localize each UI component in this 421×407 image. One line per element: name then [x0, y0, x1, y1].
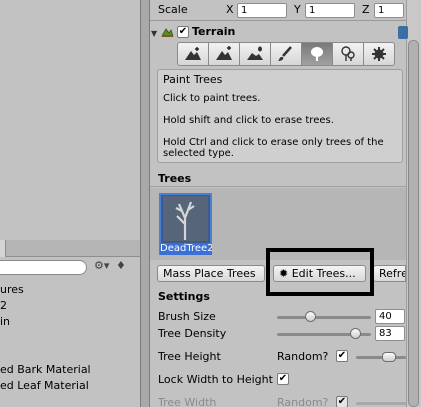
component-title: Terrain: [192, 25, 236, 38]
help-line: Hold Ctrl and click to erase only trees …: [163, 137, 384, 148]
scale-x-field[interactable]: 1: [237, 3, 287, 18]
raise-terrain-icon: [185, 47, 201, 60]
help-line: Hold shift and click to erase trees.: [163, 115, 334, 126]
brush-size-slider[interactable]: [277, 316, 371, 319]
refresh-button[interactable]: Refresh: [373, 265, 406, 282]
lock-width-label: Lock Width to Height: [158, 373, 273, 386]
paint-texture-button[interactable]: [270, 42, 302, 66]
raise-lower-terrain-button[interactable]: [177, 42, 209, 66]
terrain-toolbar: [177, 42, 402, 66]
project-tabstrip: [0, 240, 140, 257]
gear-icon: [372, 47, 386, 61]
tree-height-range-slider[interactable]: [356, 356, 406, 359]
help-line: selected type.: [163, 148, 234, 159]
brush-size-field[interactable]: 40: [375, 309, 405, 324]
smooth-height-button[interactable]: [239, 42, 271, 66]
scrollbar-thumb[interactable]: [408, 40, 419, 407]
project-item[interactable]: ed Leaf Material: [0, 379, 89, 392]
project-item[interactable]: ures: [0, 283, 24, 296]
terrain-component-icon: [161, 28, 174, 37]
scale-y-label: Y: [294, 3, 301, 16]
tree-height-range-handle[interactable]: [382, 352, 396, 362]
tree-density-label: Tree Density: [158, 327, 227, 340]
project-item[interactable]: ed Bark Material: [0, 363, 91, 376]
smooth-height-icon: [247, 46, 263, 60]
brush-size-slider-knob[interactable]: [305, 311, 317, 322]
terrain-settings-button[interactable]: [363, 42, 395, 66]
project-item[interactable]: 2: [0, 299, 7, 312]
trees-divider: [150, 186, 406, 187]
project-search-input[interactable]: [0, 260, 87, 275]
scale-label: Scale: [158, 3, 188, 16]
filter-by-type-icon[interactable]: ⚙▾: [94, 259, 109, 272]
paintbrush-icon: [278, 46, 292, 61]
scale-z-label: Z: [362, 3, 370, 16]
flower-icon: [341, 46, 355, 61]
tree-icon: [311, 47, 323, 61]
filter-by-label-icon[interactable]: ♦: [116, 259, 126, 272]
dead-tree-thumbnail: [163, 196, 208, 241]
brush-size-label: Brush Size: [158, 310, 216, 323]
tree-height-label: Tree Height: [158, 350, 221, 363]
tree-density-field[interactable]: 83: [375, 326, 405, 341]
project-tab[interactable]: [0, 240, 6, 257]
paint-height-icon: [216, 46, 232, 60]
settings-section-title: Settings: [158, 290, 210, 303]
help-title: Paint Trees: [163, 73, 223, 86]
tree-width-label: Tree Width: [158, 396, 217, 407]
scale-z-field[interactable]: 1: [374, 3, 404, 18]
help-line: Click to paint trees.: [163, 93, 261, 104]
help-icon[interactable]: [398, 26, 408, 39]
tree-width-range-slider[interactable]: [356, 402, 406, 405]
tree-density-slider-knob[interactable]: [349, 328, 361, 339]
paint-details-button[interactable]: [332, 42, 364, 66]
tree-prototype-label: DeadTree2: [160, 243, 212, 255]
component-divider: [150, 20, 406, 21]
panel-splitter[interactable]: [140, 0, 150, 407]
tree-width-random-label: Random?: [277, 396, 329, 407]
paint-height-button[interactable]: [208, 42, 240, 66]
place-trees-button[interactable]: [301, 42, 333, 66]
scale-y-field[interactable]: 1: [305, 3, 355, 18]
foldout-arrow-icon[interactable]: ▼: [151, 29, 157, 38]
lock-width-checkbox[interactable]: ✔: [277, 373, 289, 385]
annotation-highlight-box: [266, 248, 374, 296]
tree-height-random-label: Random?: [277, 350, 329, 363]
scale-x-label: X: [226, 3, 234, 16]
terrain-enabled-checkbox[interactable]: ✔: [177, 26, 189, 38]
tree-height-random-checkbox[interactable]: ✔: [336, 350, 348, 362]
project-item[interactable]: in: [0, 315, 10, 328]
tree-width-random-checkbox[interactable]: ✔: [336, 396, 348, 407]
mass-place-trees-button[interactable]: Mass Place Trees: [157, 265, 265, 282]
trees-section-title: Trees: [158, 172, 192, 185]
